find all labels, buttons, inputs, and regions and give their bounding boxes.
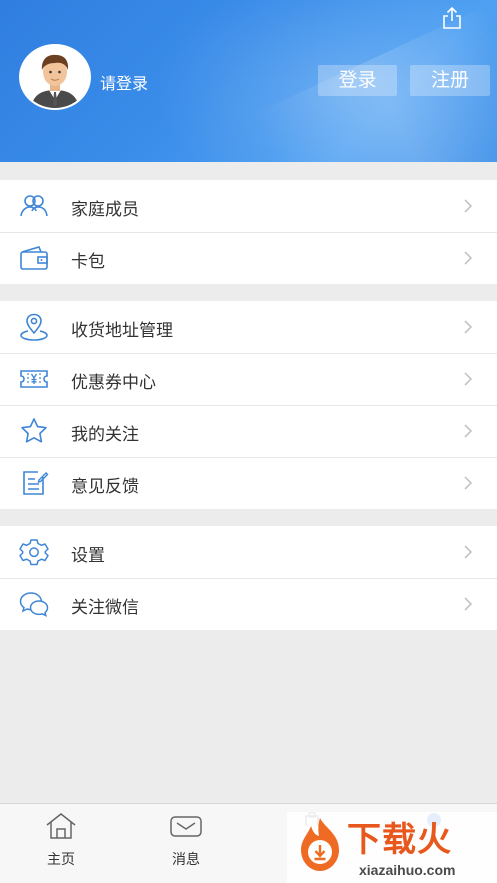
menu-item-label: 优惠券中心 xyxy=(71,373,156,392)
tab-home[interactable]: 主页 xyxy=(21,812,101,869)
menu-item-settings[interactable]: 设置 xyxy=(0,526,497,578)
chevron-right-icon xyxy=(463,198,473,214)
menu-item-label: 家庭成员 xyxy=(71,200,139,219)
menu-item-follow-wechat[interactable]: 关注微信 xyxy=(0,578,497,630)
wechat-icon xyxy=(19,590,49,618)
gear-icon xyxy=(19,538,49,566)
menu-item-address-management[interactable]: 收货地址管理 xyxy=(0,301,497,353)
message-icon xyxy=(146,812,226,845)
chevron-right-icon xyxy=(463,250,473,266)
menu-item-label: 意见反馈 xyxy=(71,477,139,496)
tab-label: 消息 xyxy=(172,851,200,867)
menu-item-label: 关注微信 xyxy=(71,598,139,617)
profile-header: 请登录 登录 注册 xyxy=(0,0,497,162)
menu-item-coupon-center[interactable]: 优惠券中心 xyxy=(0,353,497,405)
menu-item-feedback[interactable]: 意见反馈 xyxy=(0,457,497,509)
menu-group-1: 家庭成员 卡包 xyxy=(0,180,497,284)
menu-item-label: 设置 xyxy=(71,546,105,565)
chevron-right-icon xyxy=(463,371,473,387)
wallet-icon xyxy=(19,244,49,272)
coupon-icon xyxy=(19,365,49,393)
menu-item-family-members[interactable]: 家庭成员 xyxy=(0,180,497,232)
watermark-url: xiazaihuo.com xyxy=(359,862,456,878)
watermark: 下载火 xiazaihuo.com xyxy=(287,812,497,883)
tab-label: 主页 xyxy=(47,851,75,867)
register-button[interactable]: 注册 xyxy=(410,65,490,96)
location-icon xyxy=(19,313,49,341)
watermark-brand: 下载火 xyxy=(347,821,452,859)
menu-group-3: 设置 关注微信 xyxy=(0,526,497,630)
tab-messages[interactable]: 消息 xyxy=(146,812,226,869)
chevron-right-icon xyxy=(463,319,473,335)
menu-item-card-wallet[interactable]: 卡包 xyxy=(0,232,497,284)
menu-item-label: 收货地址管理 xyxy=(71,321,173,340)
feedback-icon xyxy=(19,469,49,497)
family-icon xyxy=(19,192,49,220)
chevron-right-icon xyxy=(463,544,473,560)
menu-item-label: 卡包 xyxy=(71,252,105,271)
menu-item-label: 我的关注 xyxy=(71,425,139,444)
menu-item-my-follows[interactable]: 我的关注 xyxy=(0,405,497,457)
chevron-right-icon xyxy=(463,596,473,612)
share-icon[interactable] xyxy=(440,6,464,30)
login-prompt[interactable]: 请登录 xyxy=(100,70,148,94)
chevron-right-icon xyxy=(463,475,473,491)
star-icon xyxy=(19,417,49,445)
avatar[interactable] xyxy=(19,44,91,110)
menu-group-2: 收货地址管理 优惠券中心 我的关注 意见反馈 xyxy=(0,301,497,509)
home-icon xyxy=(21,812,101,845)
chevron-right-icon xyxy=(463,423,473,439)
login-button[interactable]: 登录 xyxy=(318,65,397,96)
flame-logo-icon xyxy=(295,816,345,874)
